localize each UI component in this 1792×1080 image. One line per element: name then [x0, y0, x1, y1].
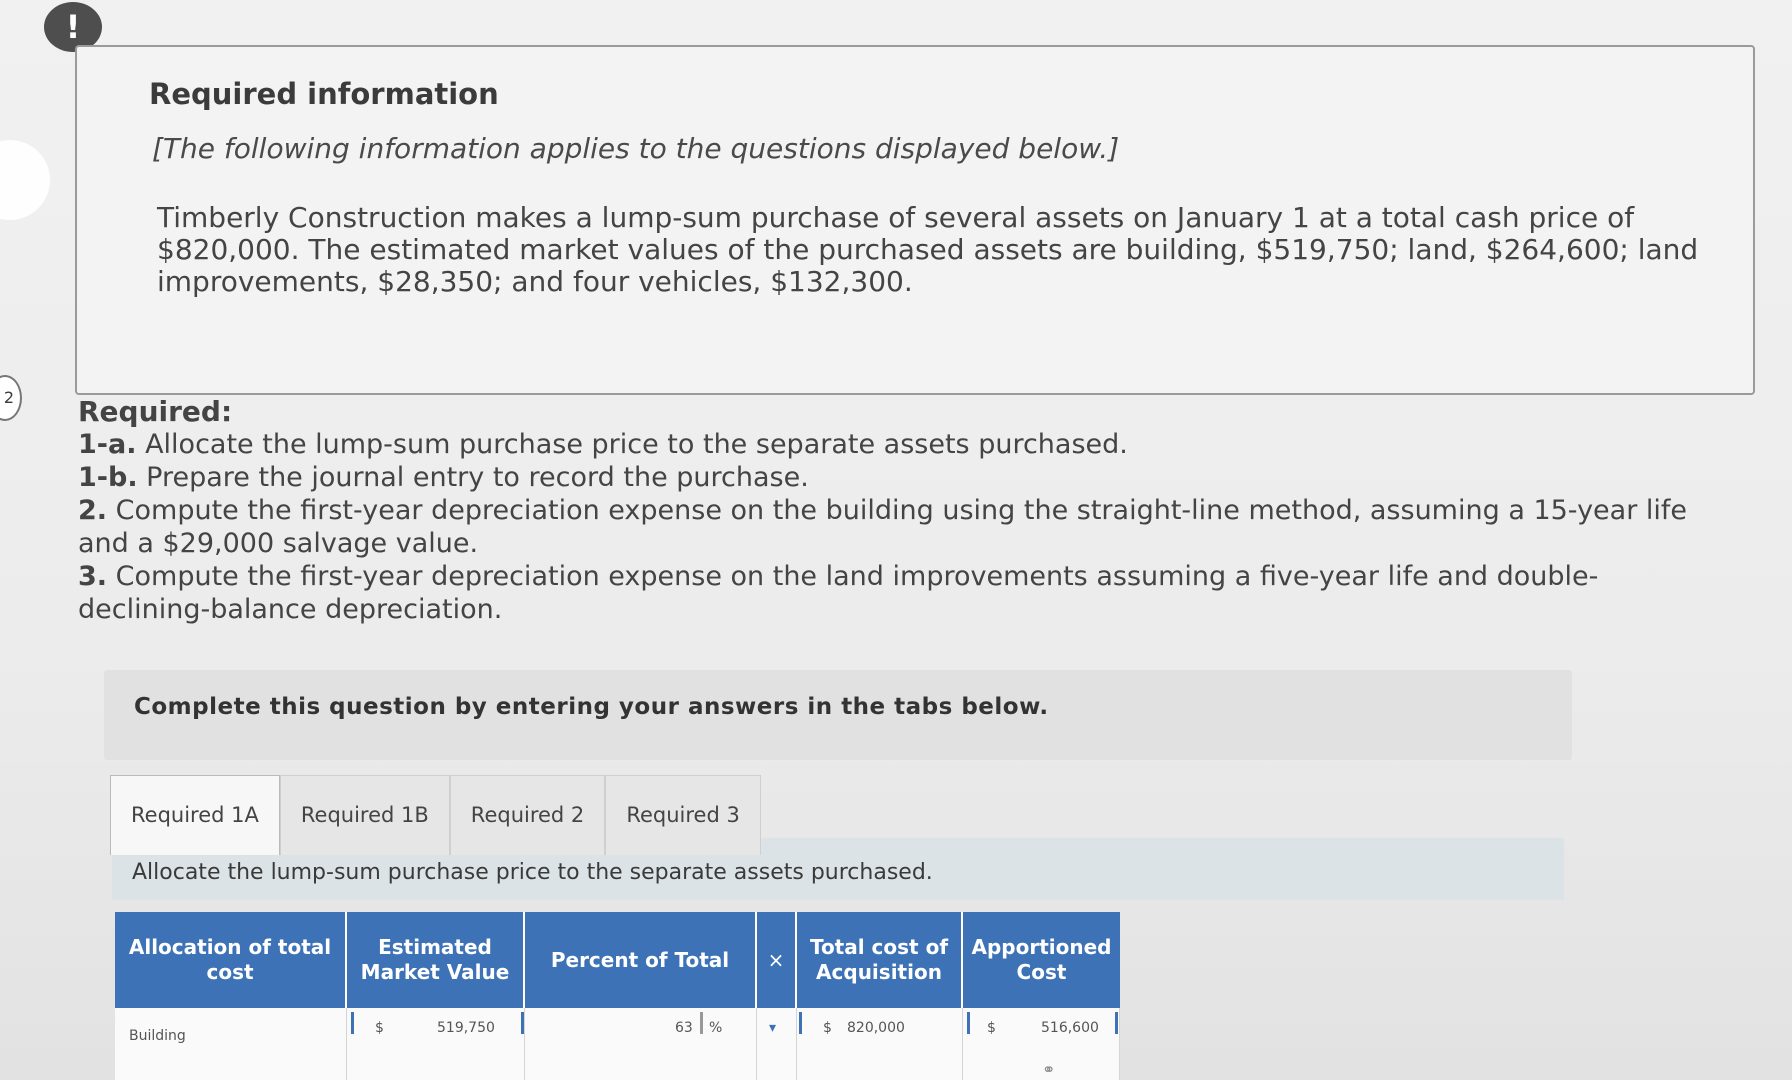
total-cost-value: 820,000 [847, 1020, 905, 1036]
tab-required-3[interactable]: Required 3 [605, 775, 761, 855]
required-item-number: 1-b. [78, 462, 138, 493]
tab-required-2[interactable]: Required 2 [449, 775, 606, 855]
chevron-down-icon[interactable]: ▾ [769, 1020, 776, 1036]
currency-symbol: $ [987, 1020, 996, 1036]
required-item-text: Prepare the journal entry to record the … [146, 462, 809, 493]
currency-symbol: $ [823, 1020, 832, 1036]
header-apportioned: Apportioned Cost [971, 935, 1112, 984]
apportioned-value: 516,600 [1041, 1020, 1099, 1036]
market-value: 519,750 [437, 1020, 495, 1036]
question-number-badge[interactable]: 2 [0, 375, 22, 421]
required-item: 1-a. Allocate the lump-sum purchase pric… [78, 428, 1718, 461]
total-cost-input[interactable]: $ 820,000 [797, 1008, 963, 1080]
market-value-input[interactable]: $ 519,750 [347, 1008, 525, 1080]
info-title: Required information [149, 77, 499, 111]
info-body: Timberly Construction makes a lump-sum p… [157, 201, 1699, 298]
required-item-text: Compute the first-year depreciation expe… [78, 561, 1599, 625]
required-item: 3. Compute the first-year depreciation e… [78, 560, 1718, 626]
table-row: Building $ 519,750 63 % ▾ $ 820,000 $ 51… [115, 1008, 1120, 1080]
input-divider [700, 1012, 703, 1034]
info-subtitle: [The following information applies to th… [152, 132, 1120, 165]
percent-value: 63 [675, 1020, 693, 1036]
dropdown-cell[interactable]: ▾ [757, 1008, 797, 1080]
page: ! 2 Required information [The following … [0, 0, 1792, 1080]
required-item-text: Compute the first-year depreciation expe… [78, 495, 1688, 559]
input-marker [799, 1012, 802, 1034]
row-label-cell: Building [115, 1008, 347, 1080]
input-marker [351, 1012, 354, 1034]
instruction-banner: Complete this question by entering your … [104, 670, 1572, 760]
instruction-text: Complete this question by entering your … [134, 694, 1049, 720]
tab-required-1a[interactable]: Required 1A [110, 775, 280, 855]
required-item-number: 2. [78, 495, 108, 526]
input-marker [521, 1012, 524, 1034]
tab-required-1b[interactable]: Required 1B [279, 775, 450, 855]
currency-symbol: $ [375, 1020, 384, 1036]
input-marker [967, 1012, 970, 1034]
header-market-value: Estimated Market Value [347, 912, 525, 1008]
required-item: 1-b. Prepare the journal entry to record… [78, 461, 1718, 494]
required-heading: Required: [78, 395, 233, 428]
required-section: Required: 1-a. Allocate the lump-sum pur… [78, 395, 1718, 626]
required-item-number: 1-a. [78, 429, 137, 460]
header-percent: Percent of Total [525, 912, 757, 1008]
answer-tabs: Required 1A Required 1B Required 2 Requi… [110, 775, 761, 855]
chain-link-icon[interactable]: ⚭ [1042, 1060, 1055, 1079]
allocate-instruction-text: Allocate the lump-sum purchase price to … [132, 860, 933, 885]
input-marker [1115, 1012, 1118, 1034]
screen-glare [0, 140, 50, 220]
required-information-box: Required information [The following info… [75, 45, 1755, 395]
required-item-text: Allocate the lump-sum purchase price to … [145, 429, 1128, 460]
multiply-icon: × [757, 912, 797, 1008]
percent-input[interactable]: 63 % [525, 1008, 757, 1080]
percent-sign: % [709, 1020, 723, 1036]
row-label: Building [129, 1028, 186, 1044]
required-item: 2. Compute the first-year depreciation e… [78, 494, 1718, 560]
required-item-number: 3. [78, 561, 108, 592]
allocation-table-header: Allocation of total cost Estimated Marke… [115, 912, 1120, 1008]
header-allocation: Allocation of total cost [115, 912, 347, 1008]
header-total-cost: Total cost of Acquisition [797, 912, 963, 1008]
